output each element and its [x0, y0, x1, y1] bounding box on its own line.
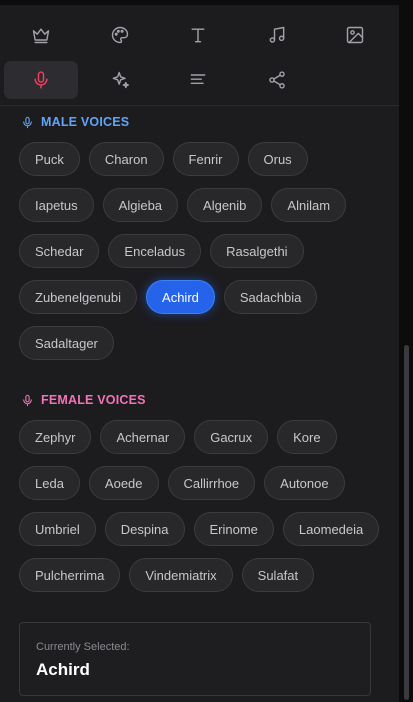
voice-chip[interactable]: Pulcherrima — [19, 558, 121, 592]
voice-chip[interactable]: Umbriel — [19, 512, 96, 546]
text-icon — [191, 28, 205, 43]
toolbar — [0, 10, 399, 106]
voice-chip[interactable]: Algenib — [187, 188, 263, 222]
voice-chip[interactable]: Enceladus — [108, 234, 202, 268]
share-icon — [269, 71, 285, 89]
voice-chip[interactable]: Erinome — [193, 512, 274, 546]
section-title: MALE VOICES — [41, 115, 130, 129]
scrollbar[interactable] — [399, 5, 413, 702]
voice-chip[interactable]: Charon — [88, 142, 164, 176]
female-voice-list: Zephyr Achernar Gacrux Kore Leda Aoede C… — [19, 420, 380, 604]
crown-icon — [32, 28, 50, 44]
voice-chip[interactable]: Callirrhoe — [167, 466, 256, 500]
chip-row: Puck Charon Fenrir Orus — [19, 142, 379, 178]
music-icon — [269, 26, 285, 43]
tool-sparkles[interactable] — [83, 61, 157, 99]
voice-chip[interactable]: Puck — [19, 142, 80, 176]
microphone-icon — [34, 71, 48, 89]
voice-chip[interactable]: Sadachbia — [223, 280, 318, 314]
chip-row: Leda Aoede Callirrhoe Autonoe — [19, 466, 379, 502]
voice-chip[interactable]: Vindemiatrix — [129, 558, 233, 592]
chip-row: Pulcherrima Vindemiatrix Sulafat — [19, 558, 379, 594]
tool-share[interactable] — [240, 61, 314, 99]
tool-microphone[interactable] — [4, 61, 78, 99]
section-title: FEMALE VOICES — [41, 393, 146, 407]
male-voices-heading: MALE VOICES — [21, 113, 129, 131]
voice-chip[interactable]: Schedar — [19, 234, 100, 268]
voice-chip[interactable]: Algieba — [102, 188, 179, 222]
voice-chip[interactable]: Autonoe — [264, 466, 345, 500]
tool-palette[interactable] — [83, 16, 157, 54]
chip-row: Iapetus Algieba Algenib Alnilam — [19, 188, 379, 224]
tool-text[interactable] — [161, 16, 235, 54]
chip-row: Sadaltager — [19, 326, 379, 362]
align-left-icon — [190, 74, 206, 85]
voice-panel: MALE VOICES Puck Charon Fenrir Orus Iape… — [0, 0, 413, 702]
current-selection-value: Achird — [36, 660, 90, 679]
chip-row: Zephyr Achernar Gacrux Kore — [19, 420, 379, 456]
palette-icon — [111, 26, 129, 44]
image-icon — [346, 26, 364, 44]
voice-chip[interactable]: Sadaltager — [19, 326, 114, 360]
chip-row: Umbriel Despina Erinome Laomedeia — [19, 512, 380, 548]
voice-chip[interactable]: Rasalgethi — [210, 234, 304, 268]
tool-align-left[interactable] — [161, 61, 235, 99]
voice-chip[interactable]: Kore — [277, 420, 337, 454]
tool-music[interactable] — [240, 16, 314, 54]
voice-chip[interactable]: Orus — [247, 142, 308, 176]
tool-crown[interactable] — [4, 16, 78, 54]
microphone-icon — [23, 394, 32, 406]
voice-chip[interactable]: Despina — [104, 512, 185, 546]
tool-image[interactable] — [318, 16, 392, 54]
voice-chip[interactable]: Aoede — [88, 466, 159, 500]
microphone-icon — [23, 116, 32, 128]
voice-chip[interactable]: Gacrux — [194, 420, 269, 454]
voice-chip[interactable]: Zephyr — [19, 420, 92, 454]
voice-chip[interactable]: Sulafat — [241, 558, 315, 592]
female-voices-heading: FEMALE VOICES — [21, 391, 146, 409]
voice-chip[interactable]: Leda — [19, 466, 80, 500]
current-selection-label: Currently Selected: — [36, 641, 130, 653]
male-voice-list: Puck Charon Fenrir Orus Iapetus Algieba … — [19, 142, 379, 372]
chip-row: Schedar Enceladus Rasalgethi — [19, 234, 379, 270]
current-selection-card: Currently Selected: Achird — [19, 622, 371, 696]
voice-chip[interactable]: Zubenelgenubi — [19, 280, 138, 314]
voice-chip[interactable]: Fenrir — [172, 142, 239, 176]
voice-chip[interactable]: Iapetus — [19, 188, 94, 222]
voice-chip[interactable]: Achernar — [100, 420, 186, 454]
voice-chip[interactable]: Alnilam — [271, 188, 347, 222]
voice-chip-selected[interactable]: Achird — [146, 280, 215, 314]
voice-chip[interactable]: Laomedeia — [282, 512, 380, 546]
scrollbar-thumb[interactable] — [404, 345, 409, 700]
sparkles-icon — [112, 71, 130, 89]
chip-row: Zubenelgenubi Achird Sadachbia — [19, 280, 379, 316]
